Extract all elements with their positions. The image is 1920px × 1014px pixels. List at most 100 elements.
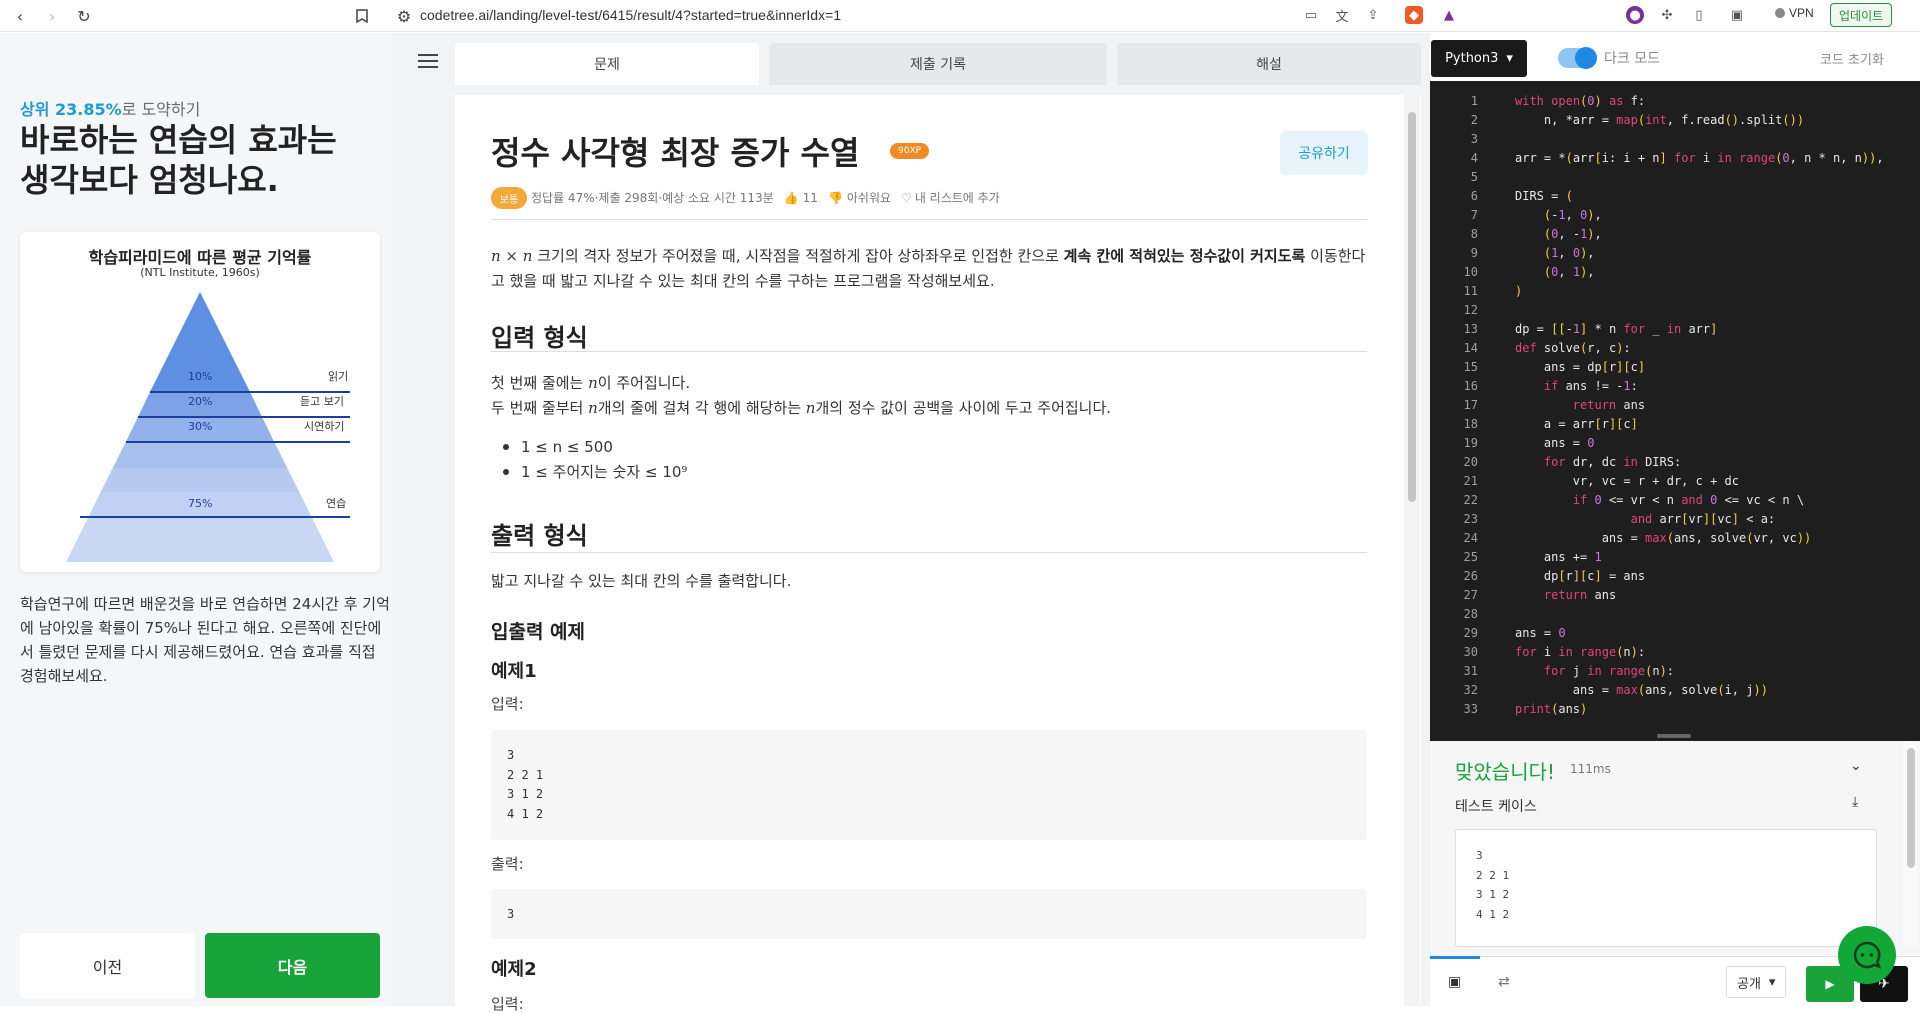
pyramid-level-percent: 30%	[188, 420, 213, 433]
pyramid-level-label: 듣고 보기	[300, 395, 344, 408]
chat-bubble-icon	[1853, 941, 1882, 969]
line-number: 24	[1463, 531, 1478, 545]
update-button[interactable]: 업데이트	[1830, 3, 1893, 27]
example-input-label: 입력:	[491, 995, 524, 1013]
prev-button[interactable]: 이전	[20, 933, 195, 998]
testcase-input-text: 3 2 2 1 3 1 2 4 1 2	[1476, 849, 1510, 921]
bookmark-icon[interactable]	[350, 4, 374, 28]
line-number: 7	[1470, 208, 1478, 222]
line-number: 6	[1470, 189, 1478, 203]
sidebar-icon[interactable]: ▯	[1690, 6, 1708, 24]
line-number: 30	[1463, 645, 1478, 659]
pyramid-level-label: 시연하기	[304, 420, 345, 433]
line-number: 25	[1463, 550, 1478, 564]
like-button[interactable]: 👍 11	[784, 191, 818, 205]
install-app-icon[interactable]: ▭	[1302, 6, 1320, 24]
problem-meta: 정답률 47%·제출 298회·예상 소요 시간 113분 👍 11 👎 아쉬워요 …	[531, 189, 1000, 206]
extension-avatar-icon[interactable]: ●	[1626, 6, 1644, 24]
vpn-button[interactable]: VPN	[1775, 6, 1814, 20]
play-icon: ▶	[1825, 977, 1835, 991]
example-output-label: 출력:	[491, 855, 524, 873]
line-number: 14	[1463, 341, 1478, 355]
pyramid-level-percent: 20%	[188, 395, 213, 408]
back-icon[interactable]: ‹	[8, 4, 32, 28]
result-scroll-thumb[interactable]	[1907, 748, 1915, 868]
address-bar[interactable]: codetree.ai/landing/level-test/6415/resu…	[420, 7, 841, 23]
line-number: 12	[1463, 303, 1478, 317]
line-number: 21	[1463, 474, 1478, 488]
download-icon[interactable]: ⤓	[1852, 794, 1858, 810]
rewards-icon[interactable]: ▲	[1440, 6, 1458, 24]
math-n: n	[588, 399, 598, 417]
brave-shield-icon[interactable]: ◆	[1405, 6, 1423, 24]
example-input-label: 입력:	[491, 695, 524, 713]
line-number: 11	[1463, 284, 1478, 298]
line-number: 1	[1470, 94, 1478, 108]
line-number: 18	[1463, 417, 1478, 431]
example-input-box[interactable]: 3 2 2 1 3 1 2 4 1 2	[491, 730, 1367, 840]
thumbs-down-icon: 👎	[827, 190, 843, 205]
code-content[interactable]: with open(0) as f: n, *arr = map(int, f.…	[1515, 92, 1884, 719]
caret-down-icon: ▾	[1768, 974, 1776, 990]
share-page-icon[interactable]: ⇪	[1364, 6, 1382, 24]
reload-icon[interactable]: ↻	[72, 4, 96, 28]
line-number: 16	[1463, 379, 1478, 393]
line-number: 17	[1463, 398, 1478, 412]
section-divider	[491, 552, 1367, 553]
caret-down-icon: ▾	[1506, 51, 1513, 66]
share-button[interactable]: 공유하기	[1280, 131, 1368, 175]
line-number: 5	[1470, 170, 1478, 184]
add-to-list-button[interactable]: ♡ 내 리스트에 추가	[901, 189, 1000, 206]
visibility-select[interactable]: 공개 ▾	[1726, 966, 1787, 998]
reset-code-button[interactable]: 코드 초기화	[1820, 49, 1884, 68]
pyramid-level-label: 읽기	[328, 370, 349, 383]
example-2-heading: 예제2	[491, 959, 537, 980]
dark-mode-label: 다크 모드	[1604, 51, 1660, 67]
xp-badge: 90XP	[890, 143, 930, 159]
wallet-icon[interactable]: ▣	[1728, 6, 1746, 24]
learning-pyramid-card: 학습피라미드에 따른 평균 기억률 (NTL Institute, 1960s)…	[20, 232, 380, 572]
tab-problem[interactable]: 문제	[455, 43, 759, 85]
tab-submissions[interactable]: 제출 기록	[769, 43, 1107, 85]
compare-icon[interactable]: ⇄	[1498, 974, 1510, 990]
constraint-list: 1 ≤ n ≤ 500 1 ≤ 주어지는 숫자 ≤ 10⁹	[503, 438, 1363, 487]
problem-title: 정수 사각형 최장 증가 수열	[491, 134, 860, 172]
resize-handle[interactable]	[1657, 734, 1691, 738]
dislike-button[interactable]: 👎 아쉬워요	[828, 189, 891, 206]
language-select[interactable]: Python3 ▾	[1431, 40, 1527, 77]
line-number: 31	[1463, 664, 1478, 678]
line-number: 13	[1463, 322, 1478, 336]
thumbs-up-icon: 👍	[783, 190, 799, 205]
rank-line: 상위 23.85%로 도약하기	[20, 96, 200, 120]
headline-line-1: 바로하는 연습의 효과는	[20, 121, 337, 159]
constraint-item: 1 ≤ 주어지는 숫자 ≤ 10⁹	[503, 461, 1363, 482]
example-1-heading: 예제1	[491, 661, 537, 682]
line-number: 32	[1463, 683, 1478, 697]
output-format-heading: 출력 형식	[491, 522, 588, 550]
next-button[interactable]: 다음	[205, 933, 380, 998]
site-info-icon[interactable]: ⚙	[392, 4, 416, 28]
forward-icon[interactable]: ›	[40, 4, 64, 28]
chat-assistant-button[interactable]	[1838, 926, 1896, 984]
tab-solution[interactable]: 해설	[1117, 43, 1421, 85]
pyramid-level-label: 연습	[326, 497, 347, 510]
rank-suffix: 로 도약하기	[121, 100, 201, 119]
desc-bold: 계속 칸에 적혀있는 정수값이 커지도록	[1063, 247, 1306, 265]
chevron-down-icon[interactable]: ⌄	[1850, 758, 1862, 774]
problem-panel	[455, 95, 1421, 1006]
terminal-icon[interactable]: ▣	[1448, 974, 1461, 990]
like-count: 11	[802, 190, 818, 205]
dark-mode-toggle-knob[interactable]	[1575, 47, 1597, 69]
extensions-icon[interactable]: ✣	[1658, 6, 1676, 24]
line-number: 22	[1463, 493, 1478, 507]
translate-icon[interactable]: 文	[1333, 6, 1351, 25]
example-output-box[interactable]: 3	[491, 889, 1367, 939]
hamburger-menu-icon[interactable]	[418, 54, 438, 70]
problem-stats: 정답률 47%·제출 298회·예상 소요 시간 113분	[531, 191, 774, 205]
vpn-status-icon	[1775, 8, 1785, 18]
line-number: 23	[1463, 512, 1478, 526]
math-n: n	[588, 374, 598, 392]
pyramid-level-percent: 10%	[188, 370, 213, 383]
problem-scroll-thumb[interactable]	[1408, 112, 1416, 502]
testcase-input-box[interactable]: 3 2 2 1 3 1 2 4 1 2	[1455, 829, 1877, 947]
